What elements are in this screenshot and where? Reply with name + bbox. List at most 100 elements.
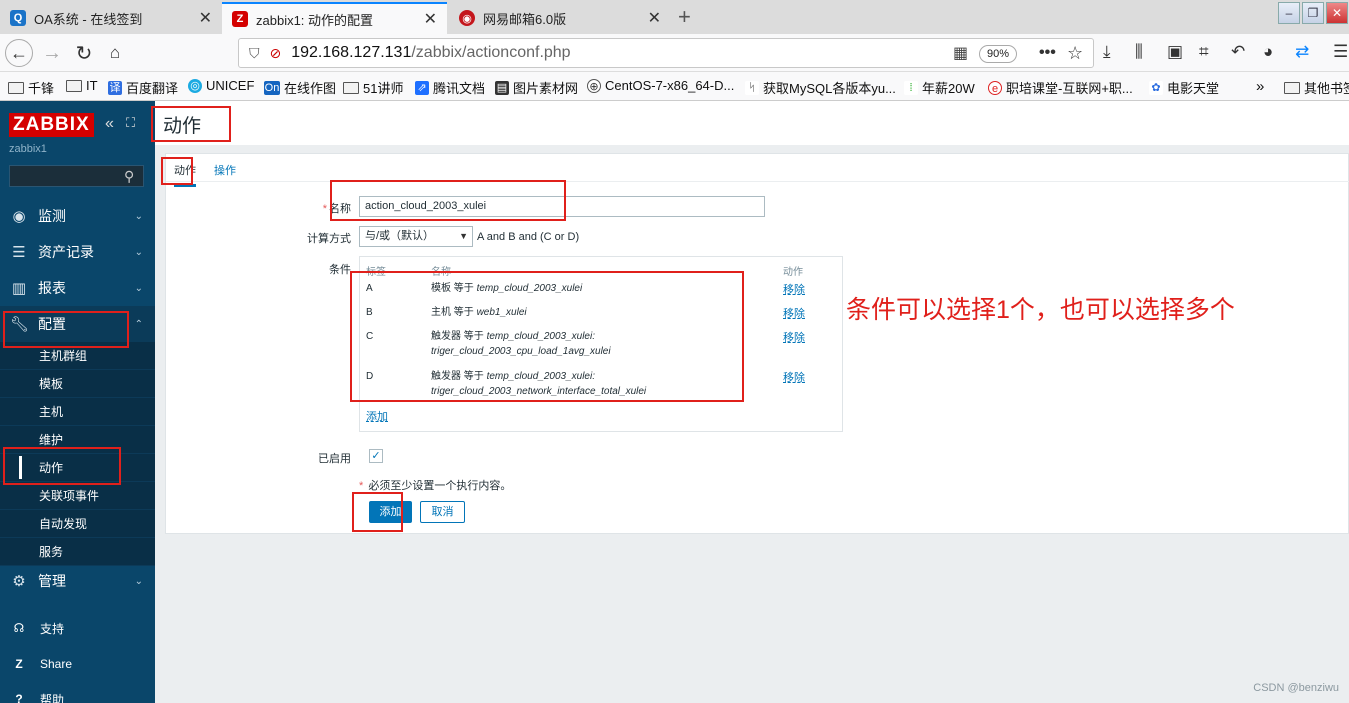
required-note: * 必须至少设置一个执行内容。 bbox=[359, 480, 512, 492]
download-icon[interactable]: ⤓ bbox=[1103, 42, 1111, 62]
more-bookmarks-icon[interactable]: » bbox=[1256, 78, 1264, 95]
bookmark-item[interactable]: e 职培课堂-互联网+职... bbox=[988, 78, 1133, 97]
condition-label: B bbox=[366, 307, 373, 318]
chevron-up-icon: ⌃ bbox=[134, 318, 143, 330]
bookmark-item[interactable]: 译百度翻译 bbox=[108, 78, 178, 97]
search-icon[interactable]: ⚲ bbox=[124, 168, 134, 185]
restore-icon[interactable]: ❐ bbox=[1302, 2, 1324, 24]
enabled-label: 已启用 bbox=[318, 453, 351, 465]
library-icon[interactable]: ⫼ bbox=[1135, 42, 1143, 62]
cancel-button[interactable]: 取消 bbox=[420, 501, 465, 523]
insecure-lock-icon[interactable]: ⊘ bbox=[270, 45, 282, 62]
bookmark-item[interactable]: 千锋 bbox=[8, 78, 54, 97]
close-icon[interactable]: ✕ bbox=[424, 9, 437, 29]
remove-condition-link[interactable]: 移除 bbox=[783, 369, 805, 385]
qr-code-icon[interactable]: ▦ bbox=[953, 43, 968, 63]
menu-share[interactable]: Z Share bbox=[0, 646, 155, 682]
browser-tab[interactable]: Q OA系统 - 在线签到 ✕ bbox=[0, 2, 222, 34]
back-icon[interactable]: ← bbox=[5, 39, 33, 67]
browser-tab-active[interactable]: Z zabbix1: 动作的配置 ✕ bbox=[222, 2, 447, 34]
chevron-down-icon: ⌄ bbox=[134, 210, 143, 222]
remove-condition-link[interactable]: 移除 bbox=[783, 305, 805, 321]
condition-text: 主机 等于 web1_xulei bbox=[431, 307, 527, 318]
browser-tab[interactable]: ◉ 网易邮箱6.0版 ✕ bbox=[449, 2, 671, 34]
salary-icon: ⁞ bbox=[904, 80, 918, 95]
submenu-discovery[interactable]: 自动发现 bbox=[0, 510, 155, 538]
bookmark-item[interactable]: ⊕ CentOS-7-x86_64-D... bbox=[587, 78, 734, 93]
bookmark-item[interactable]: ✿ 电影天堂 bbox=[1149, 78, 1219, 97]
chart-icon: ▥ bbox=[11, 280, 27, 297]
add-button[interactable]: 添加 bbox=[369, 501, 412, 523]
enabled-checkbox[interactable]: ✓ bbox=[369, 449, 383, 463]
account-icon[interactable]: ◕ bbox=[1263, 42, 1273, 62]
close-icon[interactable]: ✕ bbox=[648, 8, 661, 28]
remove-condition-link[interactable]: 移除 bbox=[783, 329, 805, 345]
chevron-down-icon: ▼ bbox=[459, 231, 468, 241]
submenu-hosts[interactable]: 主机 bbox=[0, 398, 155, 426]
zoom-level[interactable]: 90% bbox=[979, 45, 1018, 63]
menu-reports[interactable]: ▥ 报表 ⌄ bbox=[0, 270, 155, 306]
bookmark-item[interactable]: ◎ UNICEF bbox=[188, 78, 254, 93]
bookmark-item[interactable]: IT bbox=[66, 78, 98, 93]
calculation-select[interactable]: 与/或（默认） ▼ bbox=[359, 226, 473, 247]
sidebar-toggle-icon[interactable]: ▣ bbox=[1167, 42, 1183, 62]
menu-label: 资产记录 bbox=[38, 244, 94, 260]
remove-condition-link[interactable]: 移除 bbox=[783, 281, 805, 297]
menu-icon[interactable]: ☰ bbox=[1333, 42, 1348, 62]
watermark: CSDN @benziwu bbox=[1253, 682, 1339, 694]
collapse-sidebar-icon[interactable]: « bbox=[105, 115, 114, 133]
menu-configuration[interactable]: 🔧︎ 配置 ⌃ bbox=[0, 306, 155, 342]
action-form: 动作 操作 * 名称 action_cloud_2003_xulei 计算方式 与… bbox=[165, 153, 1349, 534]
new-tab-icon[interactable]: + bbox=[678, 4, 691, 30]
close-icon[interactable]: ✕ bbox=[199, 8, 212, 28]
bookmark-item[interactable]: ᛋ 获取MySQL各版本yu... bbox=[745, 78, 896, 97]
bookmark-star-icon[interactable]: ☆ bbox=[1067, 43, 1083, 64]
bookmark-item[interactable]: On 在线作图 bbox=[264, 78, 336, 97]
sync-icon[interactable]: ⇄ bbox=[1295, 42, 1309, 62]
bookmark-item[interactable]: ⇗ 腾讯文档 bbox=[415, 78, 485, 97]
folder-icon bbox=[1284, 81, 1300, 94]
globe-icon: ⊕ bbox=[587, 78, 601, 93]
minimize-icon[interactable]: – bbox=[1278, 2, 1300, 24]
submenu-actions[interactable]: 动作 bbox=[0, 454, 155, 482]
tab-operations[interactable]: 操作 bbox=[214, 162, 236, 178]
check-icon: ✓ bbox=[371, 450, 381, 462]
name-input[interactable]: action_cloud_2003_xulei bbox=[359, 196, 765, 217]
menu-inventory[interactable]: ☰ 资产记录 ⌄ bbox=[0, 234, 155, 270]
forward-icon[interactable]: → bbox=[38, 39, 66, 67]
shield-icon[interactable]: ⛉ bbox=[249, 45, 260, 62]
bookmark-label: 获取MySQL各版本yu... bbox=[763, 81, 896, 96]
page-actions-icon[interactable]: ••• bbox=[1039, 44, 1056, 62]
bookmark-item[interactable]: ⁞ 年薪20W bbox=[904, 78, 975, 97]
reload-icon[interactable]: ↻ bbox=[70, 39, 98, 67]
submenu-services[interactable]: 服务 bbox=[0, 538, 155, 566]
home-icon[interactable]: ⌂ bbox=[101, 39, 129, 67]
submenu-host-groups[interactable]: 主机群组 bbox=[0, 342, 155, 370]
calc-formula: A and B and (C or D) bbox=[477, 231, 580, 243]
configuration-submenu: 主机群组 模板 主机 维护 动作 关联项事件 自动发现 服务 bbox=[0, 342, 155, 566]
submenu-event-correlation[interactable]: 关联项事件 bbox=[0, 482, 155, 510]
bookmarks-bar: 千锋 IT 译百度翻译 ◎ UNICEF On 在线作图 51讲师 ⇗ 腾讯文档 ▤ 图… bbox=[0, 72, 1349, 101]
menu-help[interactable]: ? 帮助 bbox=[0, 681, 155, 703]
tab-action[interactable]: 动作 bbox=[174, 162, 196, 187]
kiosk-mode-icon[interactable]: ⛶ bbox=[126, 115, 135, 131]
add-condition-link[interactable]: 添加 bbox=[366, 408, 388, 424]
crop-icon[interactable]: ⌗ bbox=[1199, 42, 1209, 62]
submenu-templates[interactable]: 模板 bbox=[0, 370, 155, 398]
menu-label: Share bbox=[40, 657, 73, 671]
bookmark-item[interactable]: ▤ 图片素材网 bbox=[495, 78, 578, 97]
bookmark-item[interactable]: 其他书签 bbox=[1284, 78, 1349, 97]
bookmark-label: 51讲师 bbox=[363, 81, 404, 96]
chevron-down-icon: ⌄ bbox=[134, 575, 143, 587]
menu-support[interactable]: ☊ 支持 bbox=[0, 610, 155, 646]
zabbix-logo[interactable]: ZABBIX bbox=[9, 113, 94, 137]
chevron-down-icon: ⌄ bbox=[134, 246, 143, 258]
bookmark-item[interactable]: 51讲师 bbox=[343, 78, 403, 97]
undo-icon[interactable]: ↶ bbox=[1231, 42, 1245, 62]
window-close-icon[interactable]: ✕ bbox=[1326, 2, 1348, 24]
submenu-maintenance[interactable]: 维护 bbox=[0, 426, 155, 454]
menu-monitoring[interactable]: ◉ 监测 ⌄ bbox=[0, 198, 155, 234]
condition-label: A bbox=[366, 283, 373, 294]
url-bar[interactable]: ⛉ ⊘ 192.168.127.131/zabbix/actionconf.ph… bbox=[238, 38, 1094, 68]
menu-administration[interactable]: ⚙ 管理 ⌄ bbox=[0, 563, 155, 599]
